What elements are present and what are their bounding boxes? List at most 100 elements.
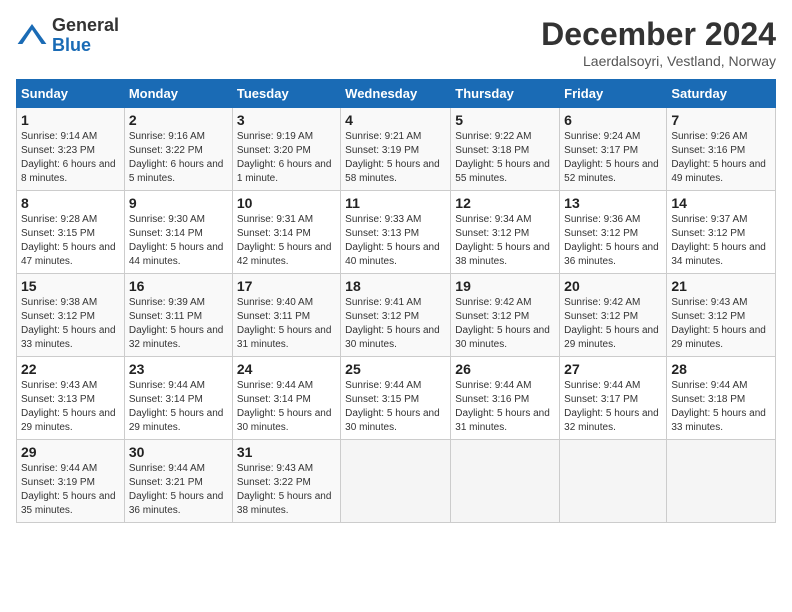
calendar-cell: 8 Sunrise: 9:28 AMSunset: 3:15 PMDayligh… <box>17 191 125 274</box>
day-number: 3 <box>237 112 336 128</box>
day-info: Sunrise: 9:44 AMSunset: 3:14 PMDaylight:… <box>237 379 336 435</box>
calendar-cell: 31 Sunrise: 9:43 AMSunset: 3:22 PMDaylig… <box>232 440 340 523</box>
day-number: 30 <box>129 444 228 460</box>
calendar-week-row: 22 Sunrise: 9:43 AMSunset: 3:13 PMDaylig… <box>17 357 776 440</box>
day-info: Sunrise: 9:26 AMSunset: 3:16 PMDaylight:… <box>671 130 771 186</box>
calendar-cell <box>451 440 560 523</box>
day-info: Sunrise: 9:41 AMSunset: 3:12 PMDaylight:… <box>345 296 446 352</box>
calendar-cell: 15 Sunrise: 9:38 AMSunset: 3:12 PMDaylig… <box>17 274 125 357</box>
weekday-header-sunday: Sunday <box>17 80 125 108</box>
day-info: Sunrise: 9:44 AMSunset: 3:18 PMDaylight:… <box>671 379 771 435</box>
day-info: Sunrise: 9:21 AMSunset: 3:19 PMDaylight:… <box>345 130 446 186</box>
calendar-cell: 21 Sunrise: 9:43 AMSunset: 3:12 PMDaylig… <box>667 274 776 357</box>
day-info: Sunrise: 9:43 AMSunset: 3:13 PMDaylight:… <box>21 379 120 435</box>
calendar-cell: 7 Sunrise: 9:26 AMSunset: 3:16 PMDayligh… <box>667 108 776 191</box>
calendar-cell: 11 Sunrise: 9:33 AMSunset: 3:13 PMDaylig… <box>341 191 451 274</box>
day-number: 31 <box>237 444 336 460</box>
day-number: 11 <box>345 195 446 211</box>
calendar-week-row: 29 Sunrise: 9:44 AMSunset: 3:19 PMDaylig… <box>17 440 776 523</box>
calendar-cell: 2 Sunrise: 9:16 AMSunset: 3:22 PMDayligh… <box>124 108 232 191</box>
weekday-header-monday: Monday <box>124 80 232 108</box>
calendar-cell: 22 Sunrise: 9:43 AMSunset: 3:13 PMDaylig… <box>17 357 125 440</box>
day-number: 5 <box>455 112 555 128</box>
calendar-week-row: 1 Sunrise: 9:14 AMSunset: 3:23 PMDayligh… <box>17 108 776 191</box>
calendar-cell: 18 Sunrise: 9:41 AMSunset: 3:12 PMDaylig… <box>341 274 451 357</box>
day-number: 12 <box>455 195 555 211</box>
weekday-header-thursday: Thursday <box>451 80 560 108</box>
day-number: 15 <box>21 278 120 294</box>
day-number: 7 <box>671 112 771 128</box>
calendar-cell: 19 Sunrise: 9:42 AMSunset: 3:12 PMDaylig… <box>451 274 560 357</box>
calendar-cell: 26 Sunrise: 9:44 AMSunset: 3:16 PMDaylig… <box>451 357 560 440</box>
day-number: 26 <box>455 361 555 377</box>
day-number: 4 <box>345 112 446 128</box>
weekday-header-wednesday: Wednesday <box>341 80 451 108</box>
day-info: Sunrise: 9:24 AMSunset: 3:17 PMDaylight:… <box>564 130 662 186</box>
calendar-cell: 5 Sunrise: 9:22 AMSunset: 3:18 PMDayligh… <box>451 108 560 191</box>
calendar-cell: 1 Sunrise: 9:14 AMSunset: 3:23 PMDayligh… <box>17 108 125 191</box>
calendar-cell: 16 Sunrise: 9:39 AMSunset: 3:11 PMDaylig… <box>124 274 232 357</box>
day-info: Sunrise: 9:39 AMSunset: 3:11 PMDaylight:… <box>129 296 228 352</box>
day-number: 28 <box>671 361 771 377</box>
day-number: 1 <box>21 112 120 128</box>
day-number: 21 <box>671 278 771 294</box>
calendar-week-row: 8 Sunrise: 9:28 AMSunset: 3:15 PMDayligh… <box>17 191 776 274</box>
header: General Blue December 2024 Laerdalsoyri,… <box>16 16 776 69</box>
calendar: SundayMondayTuesdayWednesdayThursdayFrid… <box>16 79 776 523</box>
calendar-cell: 28 Sunrise: 9:44 AMSunset: 3:18 PMDaylig… <box>667 357 776 440</box>
day-number: 9 <box>129 195 228 211</box>
day-number: 24 <box>237 361 336 377</box>
day-info: Sunrise: 9:37 AMSunset: 3:12 PMDaylight:… <box>671 213 771 269</box>
calendar-cell: 24 Sunrise: 9:44 AMSunset: 3:14 PMDaylig… <box>232 357 340 440</box>
day-info: Sunrise: 9:16 AMSunset: 3:22 PMDaylight:… <box>129 130 228 186</box>
day-number: 10 <box>237 195 336 211</box>
day-info: Sunrise: 9:40 AMSunset: 3:11 PMDaylight:… <box>237 296 336 352</box>
calendar-cell: 6 Sunrise: 9:24 AMSunset: 3:17 PMDayligh… <box>560 108 667 191</box>
calendar-cell: 13 Sunrise: 9:36 AMSunset: 3:12 PMDaylig… <box>560 191 667 274</box>
calendar-cell: 25 Sunrise: 9:44 AMSunset: 3:15 PMDaylig… <box>341 357 451 440</box>
day-number: 14 <box>671 195 771 211</box>
calendar-cell: 17 Sunrise: 9:40 AMSunset: 3:11 PMDaylig… <box>232 274 340 357</box>
day-number: 27 <box>564 361 662 377</box>
day-number: 8 <box>21 195 120 211</box>
calendar-header-row: SundayMondayTuesdayWednesdayThursdayFrid… <box>17 80 776 108</box>
day-number: 22 <box>21 361 120 377</box>
day-number: 16 <box>129 278 228 294</box>
day-info: Sunrise: 9:43 AMSunset: 3:12 PMDaylight:… <box>671 296 771 352</box>
calendar-cell <box>560 440 667 523</box>
location-title: Laerdalsoyri, Vestland, Norway <box>541 53 776 69</box>
calendar-cell: 23 Sunrise: 9:44 AMSunset: 3:14 PMDaylig… <box>124 357 232 440</box>
day-info: Sunrise: 9:33 AMSunset: 3:13 PMDaylight:… <box>345 213 446 269</box>
day-number: 23 <box>129 361 228 377</box>
title-area: December 2024 Laerdalsoyri, Vestland, No… <box>541 16 776 69</box>
calendar-cell: 30 Sunrise: 9:44 AMSunset: 3:21 PMDaylig… <box>124 440 232 523</box>
day-info: Sunrise: 9:22 AMSunset: 3:18 PMDaylight:… <box>455 130 555 186</box>
day-info: Sunrise: 9:42 AMSunset: 3:12 PMDaylight:… <box>455 296 555 352</box>
day-info: Sunrise: 9:30 AMSunset: 3:14 PMDaylight:… <box>129 213 228 269</box>
day-number: 25 <box>345 361 446 377</box>
logo: General Blue <box>16 16 119 56</box>
calendar-cell: 29 Sunrise: 9:44 AMSunset: 3:19 PMDaylig… <box>17 440 125 523</box>
day-info: Sunrise: 9:44 AMSunset: 3:16 PMDaylight:… <box>455 379 555 435</box>
day-info: Sunrise: 9:36 AMSunset: 3:12 PMDaylight:… <box>564 213 662 269</box>
day-info: Sunrise: 9:44 AMSunset: 3:19 PMDaylight:… <box>21 462 120 518</box>
day-info: Sunrise: 9:43 AMSunset: 3:22 PMDaylight:… <box>237 462 336 518</box>
day-number: 13 <box>564 195 662 211</box>
calendar-cell <box>341 440 451 523</box>
day-info: Sunrise: 9:31 AMSunset: 3:14 PMDaylight:… <box>237 213 336 269</box>
day-info: Sunrise: 9:44 AMSunset: 3:21 PMDaylight:… <box>129 462 228 518</box>
weekday-header-friday: Friday <box>560 80 667 108</box>
day-number: 29 <box>21 444 120 460</box>
day-info: Sunrise: 9:44 AMSunset: 3:17 PMDaylight:… <box>564 379 662 435</box>
logo-text: General Blue <box>52 16 119 56</box>
calendar-cell: 20 Sunrise: 9:42 AMSunset: 3:12 PMDaylig… <box>560 274 667 357</box>
calendar-cell: 4 Sunrise: 9:21 AMSunset: 3:19 PMDayligh… <box>341 108 451 191</box>
calendar-cell: 3 Sunrise: 9:19 AMSunset: 3:20 PMDayligh… <box>232 108 340 191</box>
calendar-cell: 27 Sunrise: 9:44 AMSunset: 3:17 PMDaylig… <box>560 357 667 440</box>
calendar-cell: 9 Sunrise: 9:30 AMSunset: 3:14 PMDayligh… <box>124 191 232 274</box>
day-info: Sunrise: 9:44 AMSunset: 3:14 PMDaylight:… <box>129 379 228 435</box>
calendar-cell: 10 Sunrise: 9:31 AMSunset: 3:14 PMDaylig… <box>232 191 340 274</box>
day-info: Sunrise: 9:44 AMSunset: 3:15 PMDaylight:… <box>345 379 446 435</box>
month-title: December 2024 <box>541 16 776 53</box>
day-info: Sunrise: 9:38 AMSunset: 3:12 PMDaylight:… <box>21 296 120 352</box>
